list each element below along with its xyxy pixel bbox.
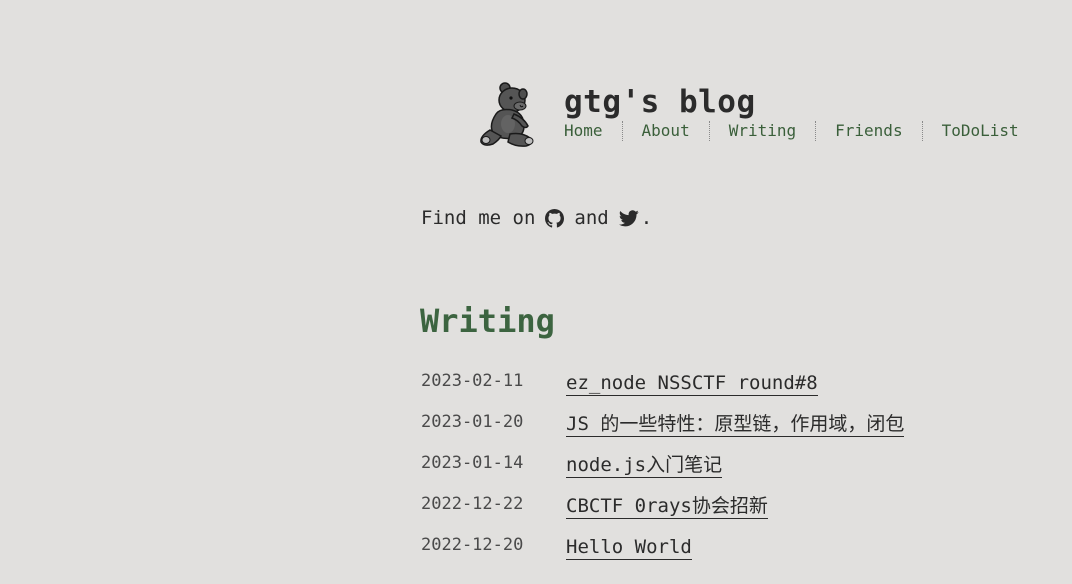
nav-item-friends[interactable]: Friends — [835, 120, 902, 142]
post-link[interactable]: ez_node NSSCTF round#8 — [566, 372, 818, 396]
list-item: 2023-01-14 node.js入门笔记 — [421, 450, 981, 491]
writing-heading: Writing — [420, 302, 555, 340]
social-intro-prefix: Find me on — [421, 207, 536, 229]
post-link[interactable]: Hello World — [566, 536, 692, 560]
social-intro-conjunction: and — [574, 207, 609, 229]
teddy-bear-logo[interactable] — [476, 80, 538, 148]
post-link[interactable]: JS 的一些特性：原型链，作用域，闭包 — [566, 413, 905, 437]
page: gtg's blog Home About Writing Friends To… — [0, 0, 1072, 584]
nav-divider — [621, 121, 623, 141]
post-list: 2023-02-11 ez_node NSSCTF round#8 2023-0… — [421, 368, 981, 573]
nav-item-writing[interactable]: Writing — [729, 120, 796, 142]
nav-item-todolist[interactable]: ToDoList — [942, 120, 1019, 142]
list-item: 2022-12-22 CBCTF 0rays协会招新 — [421, 491, 981, 532]
post-link[interactable]: CBCTF 0rays协会招新 — [566, 495, 768, 519]
post-date: 2022-12-22 — [421, 494, 524, 514]
social-intro-suffix: . — [640, 207, 653, 229]
main-nav: Home About Writing Friends ToDoList — [564, 120, 1019, 142]
nav-item-about[interactable]: About — [642, 120, 690, 142]
twitter-link[interactable] — [618, 209, 639, 227]
post-link[interactable]: node.js入门笔记 — [566, 454, 723, 478]
twitter-icon — [618, 209, 639, 226]
nav-divider — [921, 121, 923, 141]
list-item: 2022-12-20 Hello World — [421, 532, 981, 573]
post-date: 2023-01-14 — [421, 453, 524, 473]
post-date: 2023-01-20 — [421, 412, 524, 432]
nav-item-home[interactable]: Home — [564, 120, 603, 142]
nav-divider — [708, 121, 710, 141]
list-item: 2023-02-11 ez_node NSSCTF round#8 — [421, 368, 981, 409]
github-icon — [545, 208, 565, 228]
list-item: 2023-01-20 JS 的一些特性：原型链，作用域，闭包 — [421, 409, 981, 450]
post-date: 2022-12-20 — [421, 535, 524, 555]
site-title[interactable]: gtg's blog — [564, 82, 756, 122]
nav-divider — [815, 121, 817, 141]
github-link[interactable] — [545, 208, 565, 228]
social-intro: Find me on and . — [421, 205, 652, 231]
post-date: 2023-02-11 — [421, 371, 524, 391]
